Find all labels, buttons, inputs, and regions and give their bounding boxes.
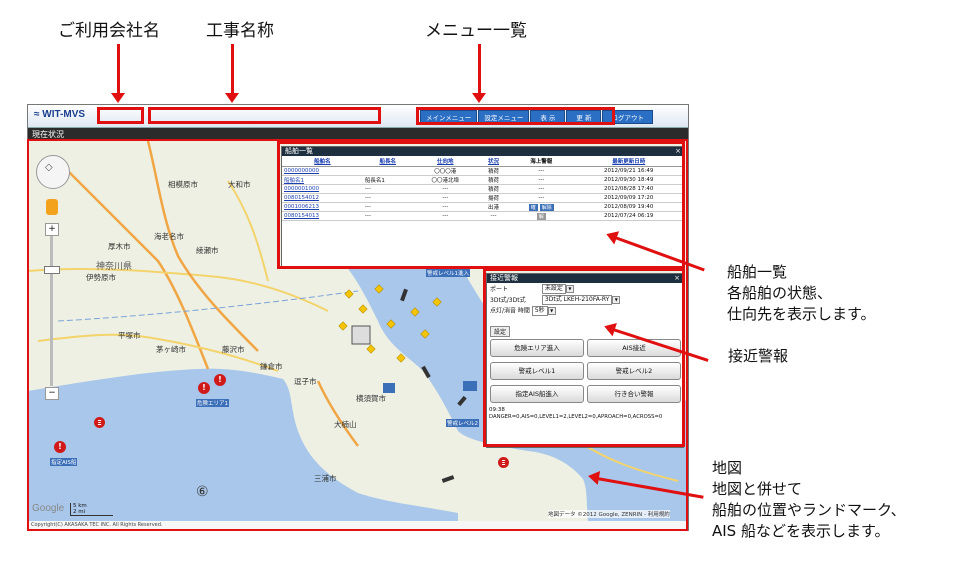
arrow-menu	[478, 44, 481, 94]
desc-map-line2: 船舶の位置やランドマーク、	[712, 501, 906, 519]
desc-map-title: 地図	[712, 459, 743, 477]
desc-map-line3: AIS 船などを表示します。	[712, 522, 890, 540]
highlight-company	[97, 107, 144, 124]
desc-ship-list-line1: 各船舶の状態、	[727, 284, 833, 302]
logo-wave-icon: ≈	[34, 109, 40, 120]
annotation-menu-list: メニュー一覧	[425, 21, 527, 41]
desc-map: 地図 地図と併せて 船舶の位置やランドマーク、 AIS 船などを表示します。	[712, 458, 906, 542]
desc-ship-list: 船舶一覧 各船舶の状態、 仕向先を表示します。	[727, 262, 876, 325]
arrow-menu-head	[472, 93, 486, 103]
logo-text: WIT-MVS	[42, 109, 86, 120]
highlight-menu	[416, 107, 615, 125]
arrow-project-head	[225, 93, 239, 103]
desc-map-line1: 地図と併せて	[712, 480, 803, 498]
arrow-project	[231, 44, 234, 94]
app-logo: ≈ WIT-MVS	[34, 109, 85, 120]
highlight-project	[148, 107, 381, 124]
desc-approach-alert: 接近警報	[728, 347, 789, 365]
arrow-company	[117, 44, 120, 94]
annotation-company: ご利用会社名	[58, 21, 160, 41]
arrow-company-head	[111, 93, 125, 103]
annotation-project: 工事名称	[206, 21, 274, 41]
status-text: 現在状況	[32, 130, 64, 139]
desc-ship-list-line2: 仕向先を表示します。	[727, 305, 876, 323]
desc-ship-list-title: 船舶一覧	[727, 263, 788, 281]
